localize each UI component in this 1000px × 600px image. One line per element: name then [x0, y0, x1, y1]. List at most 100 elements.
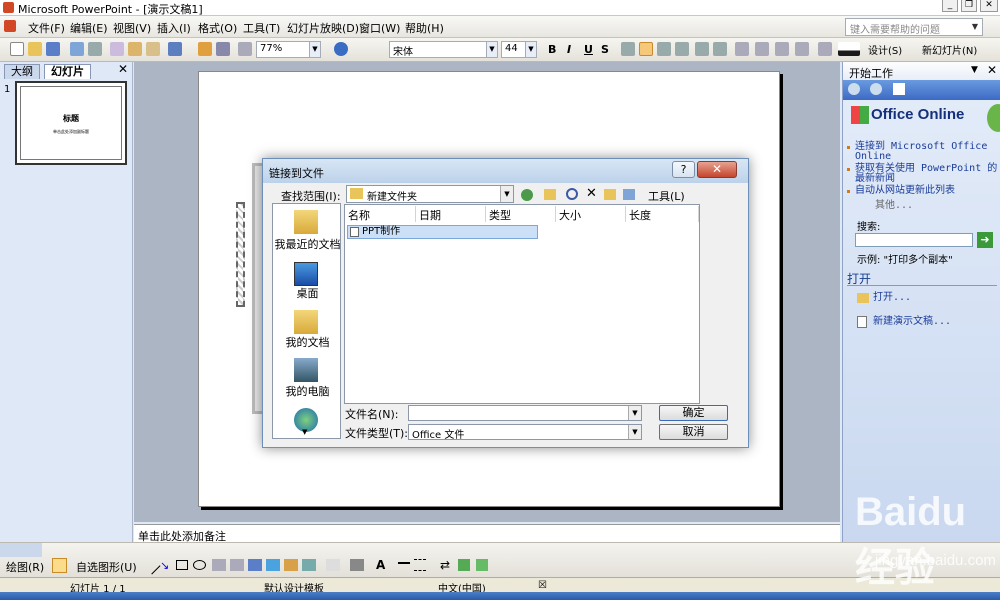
- link-auto-update[interactable]: 自动从网站更新此列表: [855, 186, 999, 196]
- new-icon[interactable]: [10, 42, 24, 56]
- chevron-down-icon[interactable]: ▼: [500, 186, 513, 202]
- align-center-icon[interactable]: [639, 42, 653, 56]
- menu-window[interactable]: 窗口(W): [359, 20, 400, 36]
- align-right-icon[interactable]: [657, 42, 671, 56]
- delete-icon[interactable]: ✕: [586, 186, 597, 201]
- menu-slideshow[interactable]: 幻灯片放映(D): [287, 20, 359, 36]
- menu-file[interactable]: 文件(F): [28, 20, 65, 36]
- autoshapes-button[interactable]: 自选图形(U): [76, 559, 137, 575]
- align-left-icon[interactable]: [621, 42, 635, 56]
- notes-pane[interactable]: 单击此处添加备注: [134, 524, 840, 543]
- close-pane-icon[interactable]: ✕: [118, 62, 128, 76]
- font-color-icon[interactable]: [838, 42, 860, 56]
- draw-menu-button[interactable]: 绘图(R): [6, 559, 44, 575]
- line-style-icon[interactable]: [398, 562, 410, 566]
- link-latest-news[interactable]: 获取有关使用 PowerPoint 的最新新闻: [855, 164, 999, 184]
- paste-icon[interactable]: [128, 42, 142, 56]
- dialog-close-button[interactable]: ✕: [697, 161, 737, 178]
- fill-color-icon[interactable]: [326, 559, 340, 571]
- place-my-documents[interactable]: 我的文档: [273, 334, 342, 350]
- font-select[interactable]: 宋体 ▼: [389, 41, 498, 58]
- indent-icon[interactable]: [818, 42, 832, 56]
- search-input[interactable]: [855, 233, 973, 247]
- placeholder-selection-handle[interactable]: [236, 202, 245, 307]
- back-icon[interactable]: [848, 83, 860, 95]
- filename-input[interactable]: ▼: [408, 405, 642, 421]
- open-link[interactable]: 打开...: [873, 293, 911, 303]
- document-icon[interactable]: [4, 20, 16, 32]
- place-desktop[interactable]: 桌面: [273, 285, 342, 301]
- menu-format[interactable]: 格式(O): [198, 20, 237, 36]
- arrow-style-icon[interactable]: ⇄: [440, 558, 450, 572]
- chevron-down-icon[interactable]: ▼: [971, 65, 978, 75]
- column-size[interactable]: 大小: [556, 206, 626, 222]
- close-window-button[interactable]: ✕: [980, 0, 998, 12]
- slideshow-view-icon[interactable]: [28, 543, 42, 557]
- chevron-down-icon[interactable]: ▼: [969, 20, 981, 34]
- sorter-view-icon[interactable]: [14, 543, 28, 557]
- help-search-input[interactable]: 键入需要帮助的问题 ▼: [845, 18, 983, 36]
- cut-icon[interactable]: [110, 42, 124, 56]
- dialog-help-button[interactable]: ?: [672, 161, 695, 178]
- home-icon[interactable]: [893, 83, 905, 95]
- chevron-down-icon[interactable]: ▼: [486, 42, 497, 57]
- tools-menu[interactable]: 工具(L): [648, 188, 685, 204]
- picture-icon[interactable]: [302, 559, 316, 571]
- ok-button[interactable]: 确定: [659, 405, 728, 421]
- list-item[interactable]: PPT制作: [347, 225, 538, 239]
- more-link[interactable]: 其他...: [875, 201, 913, 211]
- permission-icon[interactable]: [70, 42, 84, 56]
- line-icon[interactable]: [143, 557, 161, 575]
- font-color-draw-icon[interactable]: A: [376, 558, 385, 572]
- shadow-style-icon[interactable]: [458, 559, 470, 571]
- place-recent-documents[interactable]: 我最近的文档: [273, 236, 342, 252]
- chevron-down-icon[interactable]: ▼: [525, 42, 536, 57]
- search-web-icon[interactable]: [566, 188, 578, 200]
- zoom-select[interactable]: 77% ▼: [256, 41, 321, 58]
- column-date[interactable]: 日期: [416, 206, 486, 222]
- spellcheck-icon[interactable]: ☒: [538, 580, 547, 591]
- 3d-style-icon[interactable]: [476, 559, 488, 571]
- open-icon[interactable]: [28, 42, 42, 56]
- menu-view[interactable]: 视图(V): [113, 20, 151, 36]
- bold-button[interactable]: B: [548, 43, 556, 56]
- line-color-icon[interactable]: [350, 559, 364, 571]
- menu-tools[interactable]: 工具(T): [243, 20, 280, 36]
- cancel-button[interactable]: 取消: [659, 424, 728, 440]
- increase-font-icon[interactable]: [735, 42, 749, 56]
- decrease-font-icon[interactable]: [755, 42, 769, 56]
- new-folder-icon[interactable]: [604, 189, 616, 200]
- new-slide-button[interactable]: 新幻灯片(N): [922, 42, 977, 57]
- link-office-online[interactable]: 连接到 Microsoft Office Online: [855, 142, 999, 162]
- menu-edit[interactable]: 编辑(E): [70, 20, 108, 36]
- place-my-computer[interactable]: 我的电脑: [273, 383, 342, 399]
- select-objects-icon[interactable]: [52, 558, 67, 573]
- column-type[interactable]: 类型: [486, 206, 556, 222]
- back-icon[interactable]: [521, 189, 533, 201]
- distributed-icon[interactable]: [675, 42, 689, 56]
- arrow-icon[interactable]: ↘: [160, 559, 172, 572]
- textbox-icon[interactable]: [212, 559, 226, 571]
- minimize-button[interactable]: _: [942, 0, 958, 12]
- save-icon[interactable]: [46, 42, 60, 56]
- grid-icon[interactable]: [238, 42, 252, 56]
- format-painter-icon[interactable]: [146, 42, 160, 56]
- restore-button[interactable]: ❐: [961, 0, 977, 12]
- tab-outline[interactable]: 大纲: [4, 64, 40, 79]
- font-size-select[interactable]: 44 ▼: [501, 41, 537, 58]
- insert-chart-icon[interactable]: [198, 42, 212, 56]
- design-button[interactable]: 设计(S): [868, 42, 902, 57]
- print-icon[interactable]: [88, 42, 102, 56]
- oval-icon[interactable]: [193, 560, 206, 570]
- chevron-down-icon[interactable]: ▼: [309, 42, 320, 57]
- normal-view-icon[interactable]: [0, 543, 14, 557]
- slide-thumbnail[interactable]: 标题 单击此处添加副标题: [15, 81, 127, 165]
- close-icon[interactable]: ✕: [987, 63, 997, 77]
- menu-insert[interactable]: 插入(I): [157, 20, 191, 36]
- bullets-icon[interactable]: [713, 42, 727, 56]
- decrease-indent-icon[interactable]: [775, 42, 789, 56]
- undo-icon[interactable]: [168, 42, 182, 56]
- forward-icon[interactable]: [870, 83, 882, 95]
- underline-button[interactable]: U: [584, 43, 593, 56]
- numbering-icon[interactable]: [695, 42, 709, 56]
